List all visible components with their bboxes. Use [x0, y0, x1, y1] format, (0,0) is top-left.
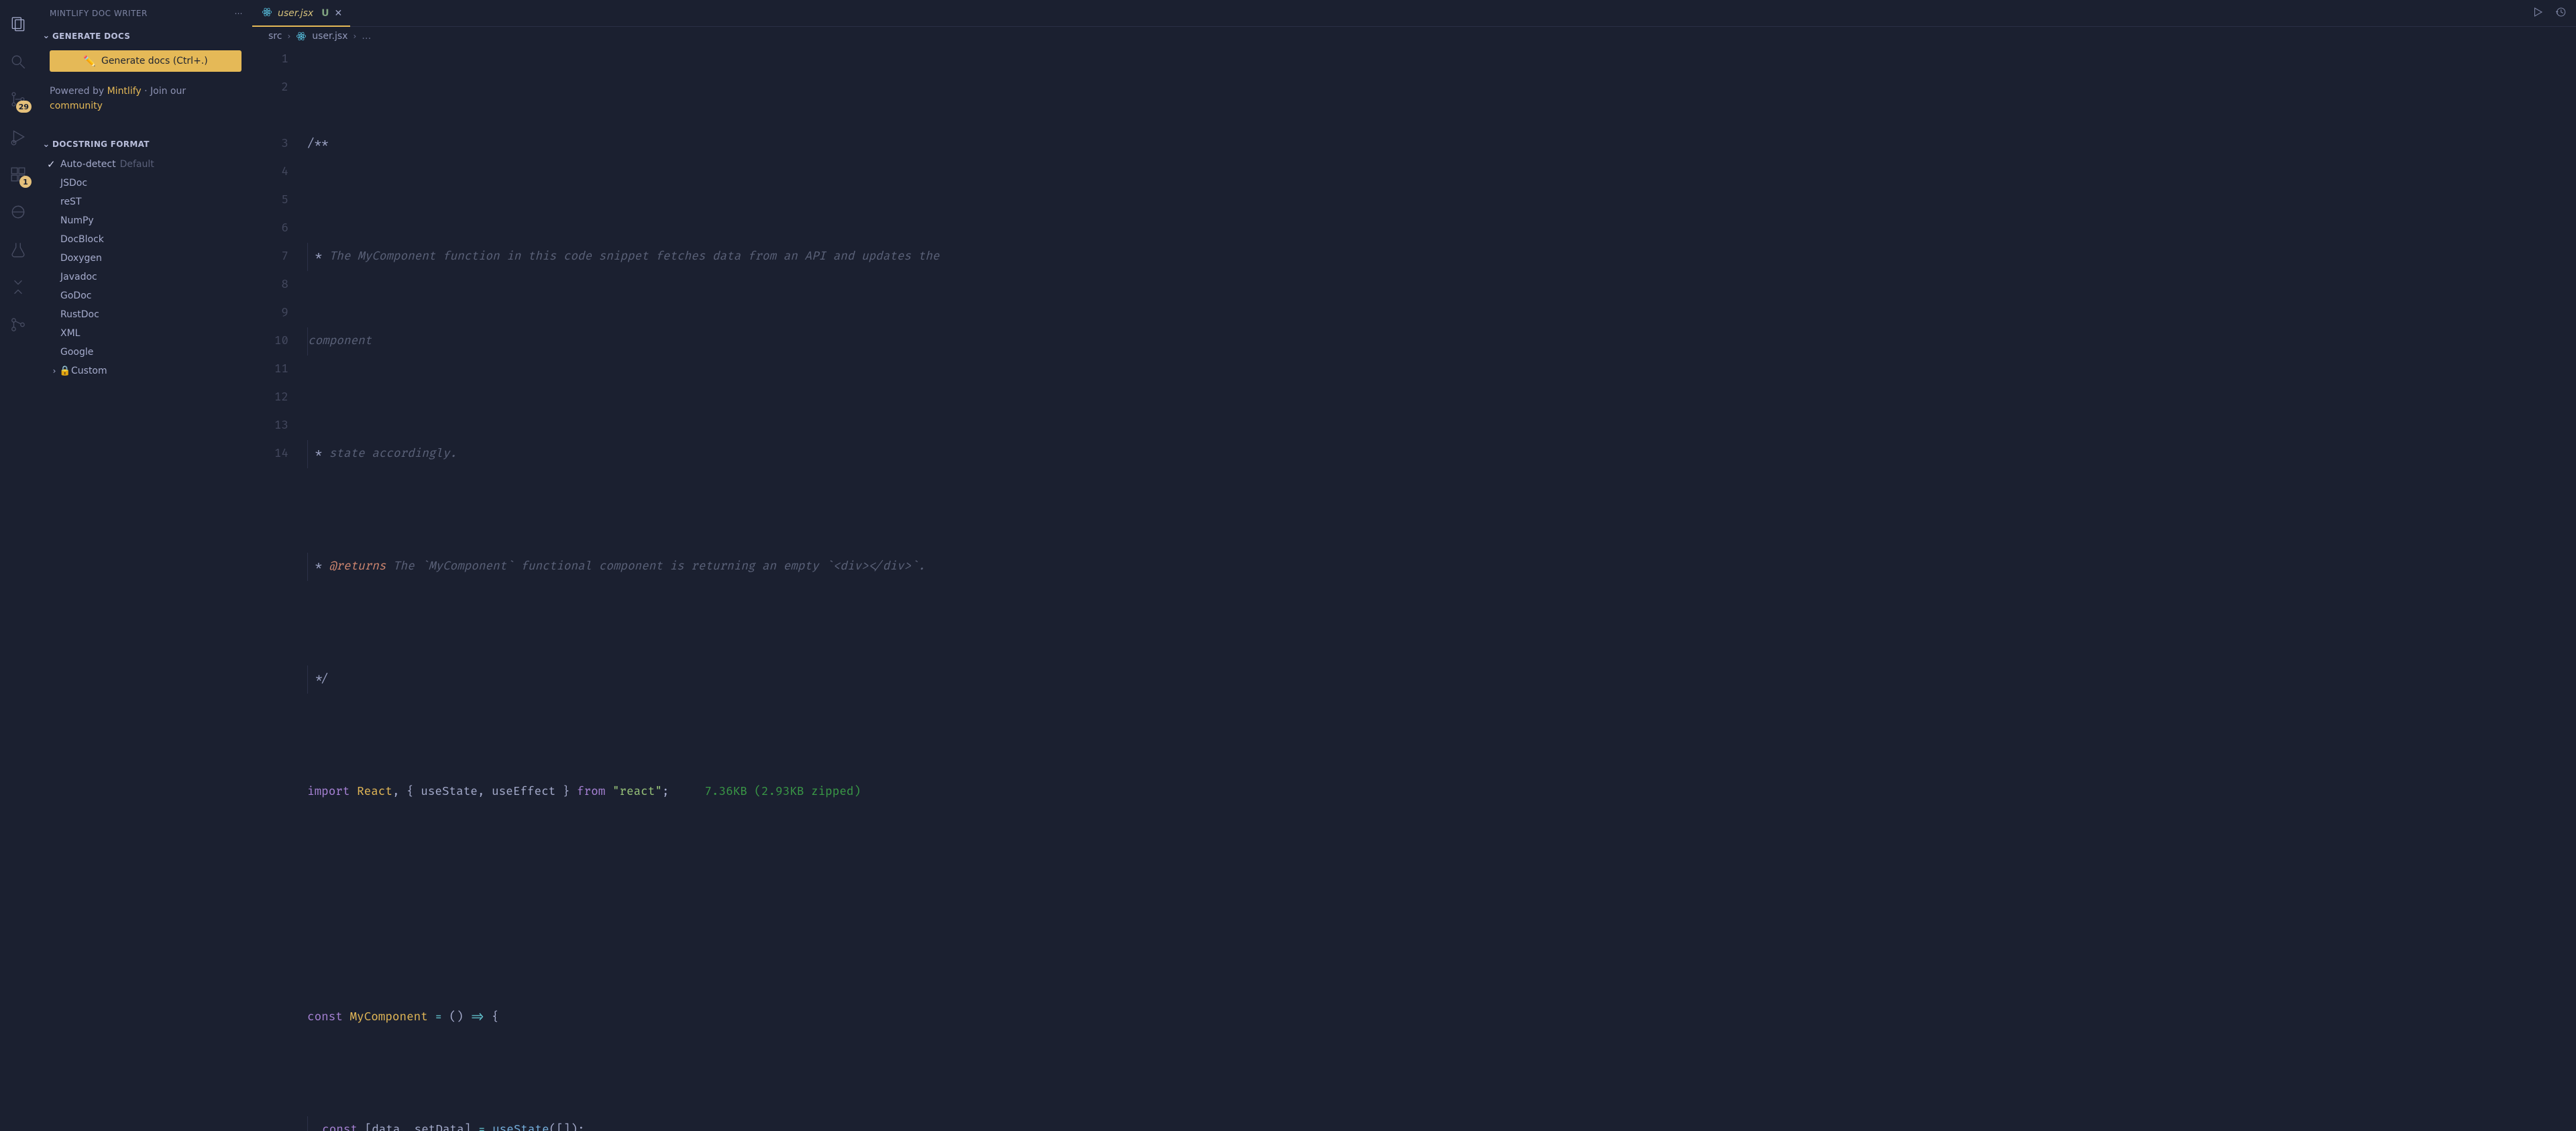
format-option-google[interactable]: Google [36, 343, 252, 362]
close-icon[interactable]: ✕ [335, 8, 343, 19]
source-control-badge: 29 [16, 101, 32, 113]
react-icon [296, 31, 307, 42]
editor-area: user.jsx U ✕ src › user.jsx › … 1 2 [252, 0, 2576, 1131]
section-generate-docs[interactable]: ⌄ GENERATE DOCS [36, 27, 252, 45]
line-gutter: 1 2 3 4 5 6 7 8 9 10 11 12 13 14 [252, 46, 307, 1131]
activity-bar: 29 1 [0, 0, 36, 1131]
breadcrumb-folder[interactable]: src [268, 31, 282, 42]
chevron-right-icon: › [50, 366, 59, 376]
chevron-right-icon: › [353, 32, 356, 41]
format-option-auto-detect[interactable]: ✓ Auto-detect Default [36, 155, 252, 174]
extensions-badge: 1 [19, 176, 32, 188]
community-link[interactable]: community [50, 99, 239, 113]
pencil-icon: ✏️ [83, 55, 96, 67]
explorer-icon[interactable] [2, 8, 34, 40]
run-debug-icon[interactable] [2, 121, 34, 153]
extensions-icon[interactable]: 1 [2, 158, 34, 191]
side-panel: MINTLIFY DOC WRITER ⋯ ⌄ GENERATE DOCS ✏️… [36, 0, 252, 1131]
format-option-jsdoc[interactable]: JSDoc [36, 174, 252, 193]
react-icon [262, 7, 272, 20]
breadcrumb-file[interactable]: user.jsx [312, 31, 347, 42]
generate-docs-button[interactable]: ✏️ Generate docs (Ctrl+.) [50, 50, 241, 72]
check-icon: ✓ [47, 158, 56, 170]
docstring-format-list: ✓ Auto-detect Default JSDoc reST NumPy D… [36, 154, 252, 383]
format-option-javadoc[interactable]: Javadoc [36, 268, 252, 286]
run-icon[interactable] [2532, 6, 2544, 21]
mintlify-link[interactable]: Mintlify [107, 86, 142, 97]
chevron-down-icon: ⌄ [40, 31, 52, 41]
search-icon[interactable] [2, 46, 34, 78]
format-option-rustdoc[interactable]: RustDoc [36, 305, 252, 324]
breadcrumb-trail: … [362, 31, 371, 42]
format-option-numpy[interactable]: NumPy [36, 211, 252, 230]
powered-by-text: Powered by Mintlify · Join our community [36, 84, 252, 114]
remote-explorer-icon[interactable] [2, 196, 34, 228]
tab-status: U [321, 8, 329, 19]
format-option-doxygen[interactable]: Doxygen [36, 249, 252, 268]
tab-user-jsx[interactable]: user.jsx U ✕ [252, 0, 350, 26]
format-option-godoc[interactable]: GoDoc [36, 286, 252, 305]
section-docstring-format[interactable]: ⌄ DOCSTRING FORMAT [36, 136, 252, 154]
code-editor[interactable]: 1 2 3 4 5 6 7 8 9 10 11 12 13 14 /** * T… [252, 46, 2576, 1131]
chevron-right-icon: › [287, 32, 290, 41]
format-option-docblock[interactable]: DocBlock [36, 230, 252, 249]
panel-title: MINTLIFY DOC WRITER [50, 9, 148, 18]
plugin-icon[interactable] [2, 271, 34, 303]
source-control-icon[interactable]: 29 [2, 83, 34, 115]
editor-tabs: user.jsx U ✕ [252, 0, 2576, 27]
git-graph-icon[interactable] [2, 309, 34, 341]
import-size-hint: 7.36KB (2.93KB zipped) [704, 778, 861, 806]
lock-icon: 🔒 [59, 366, 71, 376]
chevron-down-icon: ⌄ [40, 140, 52, 150]
history-icon[interactable] [2555, 6, 2567, 21]
tab-filename: user.jsx [278, 8, 313, 19]
format-option-xml[interactable]: XML [36, 324, 252, 343]
breadcrumb[interactable]: src › user.jsx › … [252, 27, 2576, 46]
format-option-custom[interactable]: › 🔒 Custom [36, 362, 252, 380]
format-option-rest[interactable]: reST [36, 193, 252, 211]
testing-icon[interactable] [2, 233, 34, 266]
panel-more-icon[interactable]: ⋯ [235, 9, 244, 18]
code-content[interactable]: /** * The MyComponent function in this c… [307, 46, 2576, 1131]
